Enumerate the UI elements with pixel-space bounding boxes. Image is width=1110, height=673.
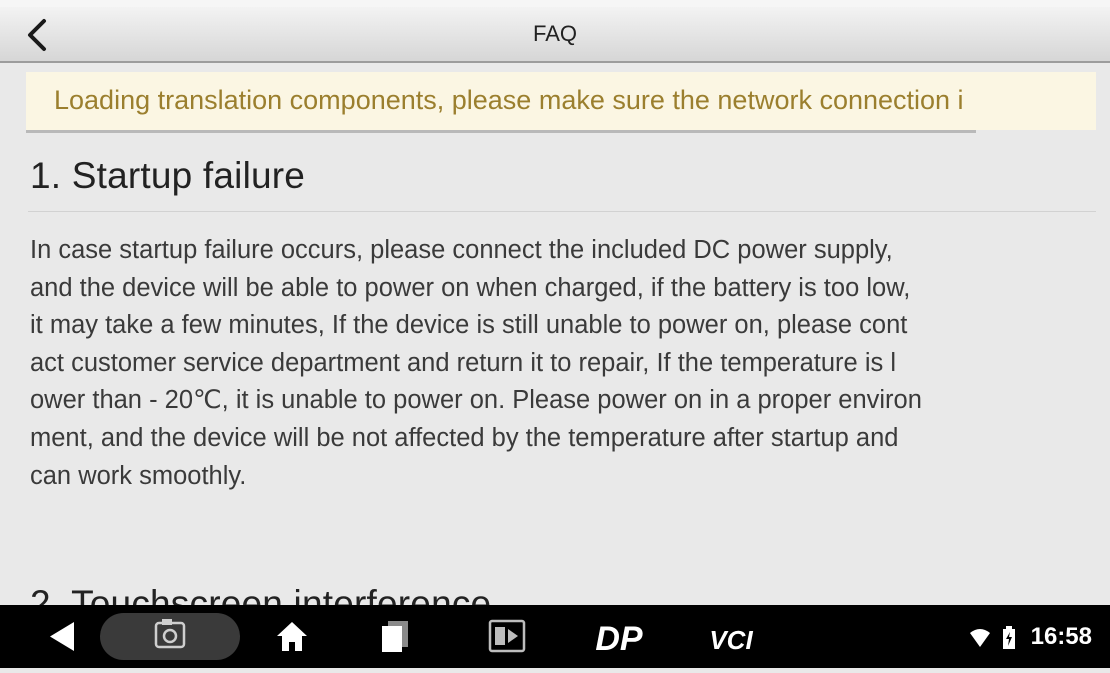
recent-apps-icon [382,621,408,652]
section-heading-startup: 1. Startup failure [30,155,306,196]
system-nav-bar: DP VCI 16:58 [0,605,1110,668]
startup-paragraph: In case startup failure occurs, please c… [30,232,1096,495]
nav-home-button[interactable] [272,605,312,668]
dp-label: DP [595,620,643,658]
nav-recents-button[interactable] [374,605,414,668]
faq-content[interactable]: Loading translation components, please m… [0,63,1110,605]
clock: 16:58 [1030,623,1092,650]
battery-icon [1002,625,1015,649]
screenshot-icon [154,619,186,649]
media-icon [488,619,526,653]
page-title: FAQ [532,21,577,46]
paragraph-line: can work smoothly. [30,461,247,490]
vci-app-button[interactable]: VCI [700,605,762,668]
screenshot-pill[interactable] [100,613,240,660]
top-cut-strip [0,0,1110,7]
section-divider [28,211,1096,212]
title-bar: FAQ [0,7,1110,63]
translation-banner: Loading translation components, please m… [26,72,1096,130]
status-area: 16:58 [969,605,1092,668]
dp-icon: DP [595,620,643,658]
vci-icon: VCI [709,625,753,655]
vci-label: VCI [709,625,753,655]
section-heading-touchscreen: 2. Touchscreen interference [30,583,492,605]
paragraph-line: ment, and the device will be not affecte… [30,423,899,452]
nav-media-button[interactable] [484,605,530,668]
loading-progress-bar [26,130,976,133]
back-triangle-icon [50,622,74,651]
paragraph-line: act customer service department and retu… [30,348,896,377]
paragraph-line: In case startup failure occurs, please c… [30,236,893,264]
paragraph-line: ower than - 20℃, it is unable to power o… [30,386,922,415]
dp-app-button[interactable]: DP [586,605,652,668]
paragraph-line: it may take a few minutes, If the device… [30,311,908,340]
paragraph-line: and the device will be able to power on … [30,273,911,302]
nav-back-button[interactable] [38,605,88,668]
home-icon [277,622,307,651]
wifi-icon [970,628,991,647]
